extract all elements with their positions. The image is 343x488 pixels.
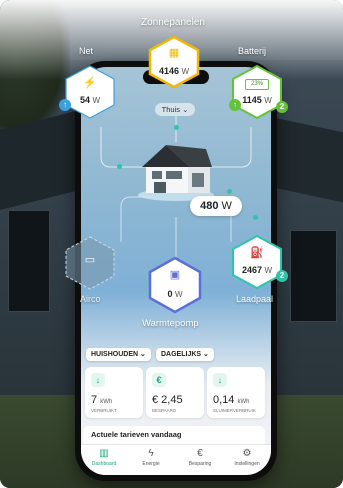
charger-node[interactable]: ⛽ 2467 W <box>229 234 285 290</box>
euro-icon: € <box>197 448 203 459</box>
stat-value: € 2,45 <box>152 394 183 406</box>
heatpump-label: Warmtepomp <box>142 318 199 329</box>
background-window <box>8 210 50 312</box>
airco-label: Airco <box>80 294 101 304</box>
arrow-up-icon: ↑ <box>229 99 241 111</box>
flow-dot <box>253 215 258 220</box>
household-filter-label: HUISHOUDEN <box>91 351 139 358</box>
battery-label: Batterij <box>238 46 267 56</box>
flow-dot <box>227 189 232 194</box>
location-selector[interactable]: Thuis ⌄ <box>155 103 195 116</box>
battery-level-indicator: 23% <box>245 79 269 90</box>
stat-card-standby[interactable]: ↓ 0,14 kWh SLUIMERVERBRUIK <box>207 367 265 418</box>
tab-energie[interactable]: ϟ Energie <box>128 448 174 467</box>
solar-node[interactable]: ▦ 4146 W <box>146 35 202 89</box>
battery-hex-shape <box>232 64 282 120</box>
stat-label: VERBRUIKT <box>91 408 117 413</box>
heatpump-hex-shape <box>148 256 202 314</box>
tab-besparing[interactable]: € Besparing <box>177 448 223 467</box>
flow-dot <box>117 164 122 169</box>
tab-label: Dashboard <box>91 461 117 467</box>
arrow-down-icon: ↓ <box>213 373 227 387</box>
solar-panel-icon: ▦ <box>168 47 180 59</box>
ev-charger-icon: ⛽ <box>250 247 264 259</box>
chevron-down-icon: ⌄ <box>182 105 189 114</box>
airco-node[interactable]: ▭ <box>62 235 118 291</box>
heat-pump-icon: ▣ <box>169 269 181 281</box>
household-filter[interactable]: HUISHOUDEN ⌄ <box>86 348 151 361</box>
tab-label: Instellingen <box>234 461 260 467</box>
gear-icon: ⚙ <box>242 448 252 459</box>
stat-label: SLUIMERVERBRUIK <box>213 408 256 413</box>
stat-card-consumed[interactable]: ↓ 7 kWh VERBRUIKT <box>85 367 143 418</box>
battery-node[interactable]: 23% 1145 W <box>229 64 285 120</box>
house-illustration <box>138 145 214 201</box>
tab-instellingen[interactable]: ⚙ Instellingen <box>224 448 270 467</box>
heatpump-value: 0 W <box>167 289 183 299</box>
grid-hex-shape <box>65 65 115 119</box>
solar-label: Zonnepanelen <box>141 17 205 28</box>
grid-node[interactable]: ⚡ 54 W <box>62 64 118 120</box>
stat-card-saved[interactable]: € € 2,45 BESPAARD <box>146 367 204 418</box>
charger-hex-shape <box>232 234 282 290</box>
stat-value: 7 kWh <box>91 394 113 406</box>
charger-badge: 2 <box>276 270 288 282</box>
air-conditioner-icon: ▭ <box>84 254 96 266</box>
bottom-tab-bar: ▥ Dashboard ϟ Energie € Besparing ⚙ Inst… <box>81 444 271 475</box>
tariffs-card-title[interactable]: Actuele tarieven vandaag <box>83 426 265 446</box>
battery-badge: 2 <box>276 101 288 113</box>
period-filter[interactable]: DAGELIJKS ⌄ <box>156 348 214 361</box>
arrow-down-icon: ↓ <box>91 373 105 387</box>
stat-label: BESPAARD <box>152 408 177 413</box>
chevron-down-icon: ⌄ <box>203 351 209 358</box>
chevron-down-icon: ⌄ <box>140 351 146 358</box>
arrow-up-icon: ↑ <box>59 99 71 111</box>
home-power-unit: W <box>221 200 232 212</box>
bar-chart-icon: ▥ <box>99 448 109 459</box>
home-power-value: 480 <box>200 200 219 212</box>
solar-value: 4146 W <box>158 66 190 76</box>
flow-dot <box>174 125 179 130</box>
period-filter-label: DAGELIJKS <box>161 351 202 358</box>
home-power-readout: 480 W <box>190 196 242 216</box>
location-selector-label: Thuis <box>161 105 180 114</box>
euro-icon: € <box>152 373 166 387</box>
power-pylon-icon: ⚡ <box>83 77 97 89</box>
lightning-icon: ϟ <box>148 448 154 459</box>
background-window <box>290 230 337 322</box>
stat-value: 0,14 kWh <box>213 394 250 406</box>
tab-label: Besparing <box>188 461 212 467</box>
tab-dashboard[interactable]: ▥ Dashboard <box>81 448 127 467</box>
solar-hex-shape <box>148 35 200 89</box>
tab-label: Energie <box>142 461 160 467</box>
charger-label: Laadpaal <box>236 294 274 304</box>
heatpump-node[interactable]: ▣ 0 W <box>146 256 204 314</box>
grid-label: Net <box>79 46 94 56</box>
